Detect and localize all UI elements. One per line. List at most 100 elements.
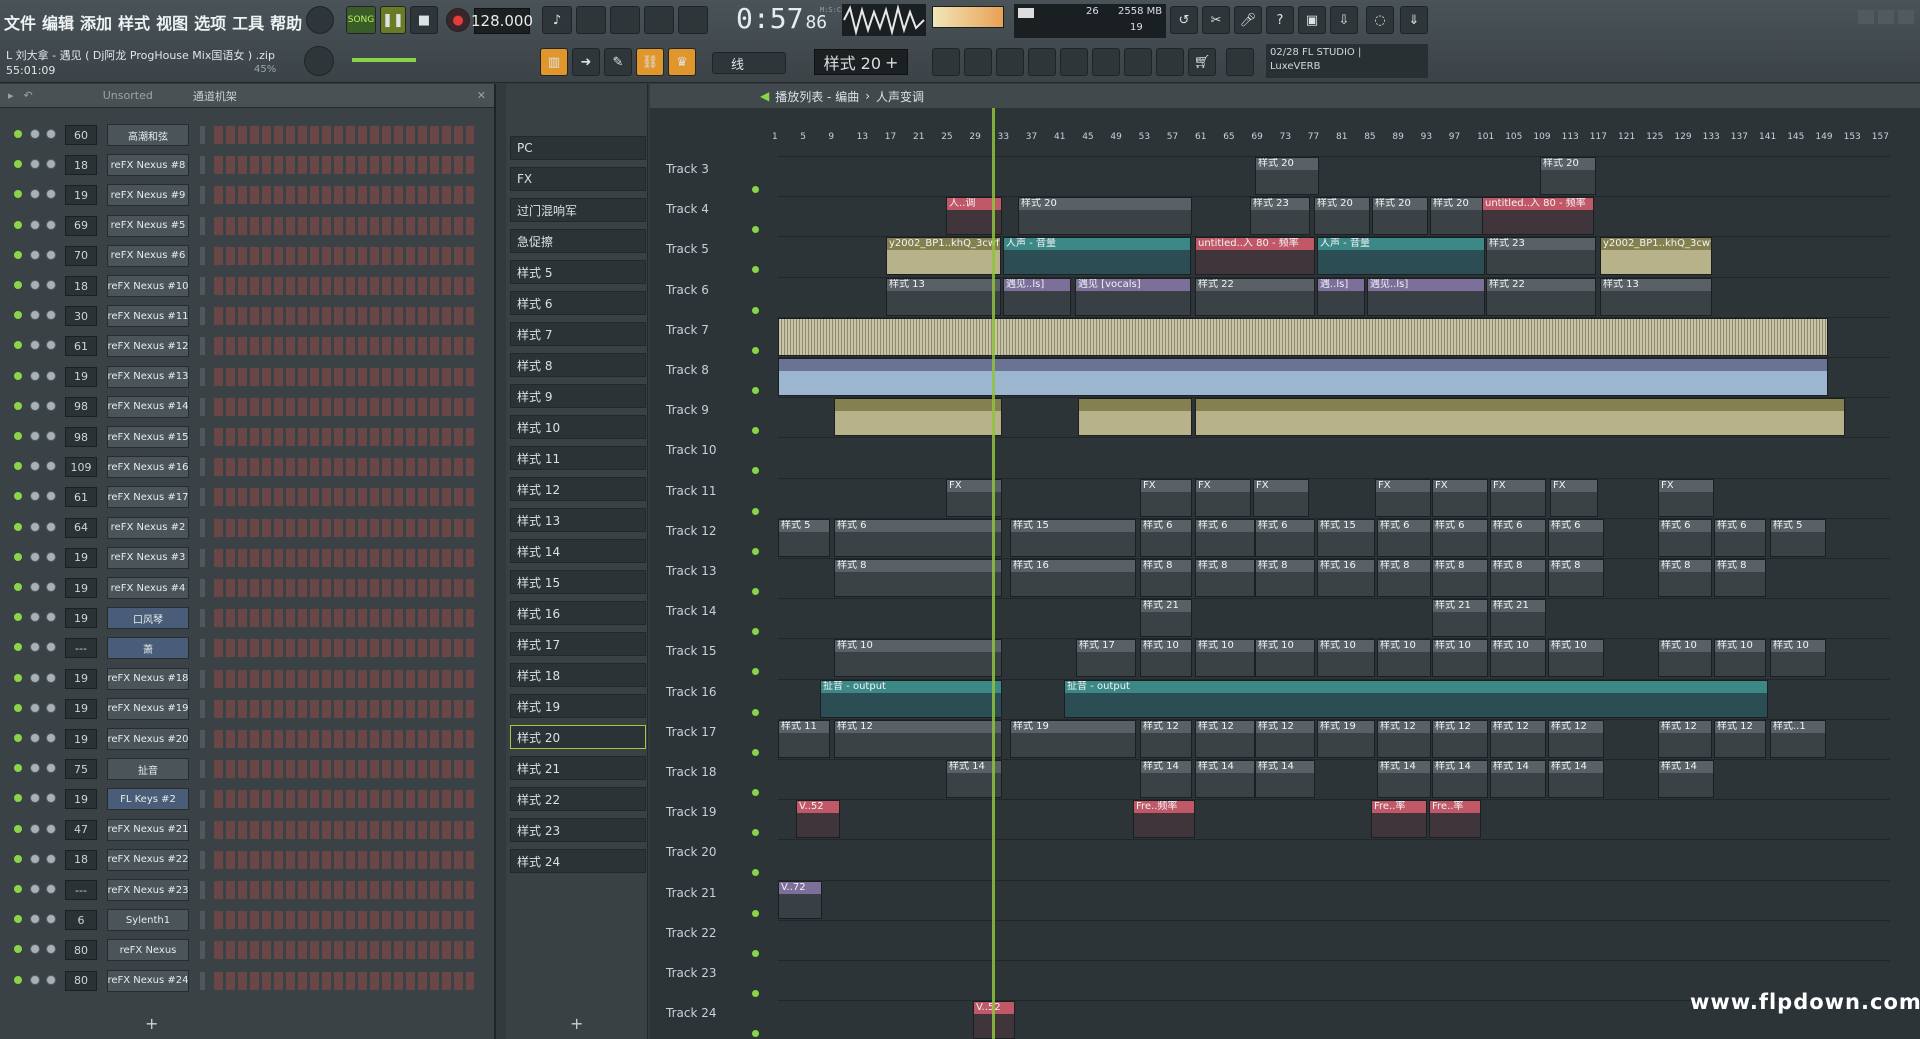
channel-pan-knob[interactable] [30, 189, 40, 200]
step-sequencer[interactable] [214, 126, 474, 144]
channel-row[interactable]: 98 reFX Nexus #15 [0, 422, 496, 452]
channel-mixer-track[interactable]: 19 [65, 608, 97, 629]
playlist-clip[interactable]: 样式 12 [1432, 719, 1488, 758]
playlist-clip[interactable]: 样式 13 [1600, 277, 1712, 316]
channel-mixer-track[interactable]: 69 [65, 215, 97, 236]
playlist-clip[interactable]: 样式 19 [1010, 719, 1136, 758]
channel-pan-knob[interactable] [30, 763, 40, 774]
playlist-clip[interactable]: 遇..ls] [1317, 277, 1365, 316]
channel-row[interactable]: 19 reFX Nexus #4 [0, 573, 496, 603]
channel-mixer-track[interactable]: 75 [65, 759, 97, 780]
playlist-clip[interactable]: 样式 23 [1250, 197, 1310, 236]
channel-pan-knob[interactable] [30, 340, 40, 351]
channel-name-button[interactable]: reFX Nexus #14 [107, 395, 189, 418]
channel-mute-led[interactable] [14, 432, 22, 440]
track-lane[interactable] [778, 477, 1890, 518]
playlist-clip[interactable]: 样式 6 [1140, 518, 1192, 557]
channel-select-bar[interactable] [200, 337, 205, 356]
channel-pan-knob[interactable] [30, 944, 40, 955]
pattern-item[interactable]: 样式 20 [510, 725, 646, 749]
track-mute-led[interactable] [752, 869, 759, 877]
playlist-clip[interactable]: untitled..入 80 - 频率 [1195, 237, 1315, 276]
pattern-item[interactable]: 样式 8 [510, 353, 646, 377]
playlist-clip[interactable]: 样式 14 [1255, 760, 1315, 798]
playlist-clip[interactable]: 样式 14 [1195, 760, 1255, 798]
news-button[interactable] [1226, 48, 1254, 76]
step-sequencer[interactable] [214, 911, 474, 930]
playlist-clip[interactable]: FX [1432, 478, 1488, 517]
channel-pan-knob[interactable] [30, 974, 40, 985]
step-sequencer[interactable] [214, 790, 474, 809]
channel-select-bar[interactable] [200, 881, 205, 899]
step-sequencer[interactable] [214, 579, 474, 597]
track-label[interactable]: Track 15 [666, 644, 772, 658]
channel-pan-knob[interactable] [30, 642, 40, 653]
pattern-item[interactable]: 样式 10 [510, 415, 646, 439]
track-lane[interactable] [778, 879, 1890, 920]
save-button[interactable]: ▣ [1298, 6, 1326, 34]
channel-name-button[interactable]: reFX Nexus #10 [107, 275, 189, 297]
playlist-clip[interactable]: 样式 20 [1372, 197, 1428, 236]
channel-name-button[interactable]: reFX Nexus #5 [107, 214, 189, 237]
channel-select-bar[interactable] [200, 397, 205, 416]
channel-row[interactable]: 109 reFX Nexus #16 [0, 452, 496, 482]
playhead[interactable] [992, 108, 995, 1039]
playlist-clip[interactable]: Fre..率 [1429, 800, 1481, 839]
playlist-clip[interactable]: 样式 12 [1658, 719, 1712, 758]
playlist-clip[interactable]: y2002_BP1..khQ_3cwf [886, 237, 1001, 276]
track-label[interactable]: Track 8 [666, 363, 772, 377]
pattern-item[interactable]: 样式 19 [510, 694, 646, 718]
channel-mixer-track[interactable]: 61 [65, 487, 97, 508]
channel-pan-knob[interactable] [30, 400, 40, 411]
channel-pan-knob[interactable] [30, 219, 40, 230]
track-lane[interactable] [778, 759, 1890, 799]
channel-mute-led[interactable] [14, 945, 22, 954]
track-lane[interactable] [778, 598, 1890, 638]
channel-mute-led[interactable] [14, 311, 22, 320]
channel-mixer-track[interactable]: 64 [65, 517, 97, 538]
channel-name-button[interactable]: reFX Nexus #16 [107, 456, 189, 479]
playlist-clip[interactable]: 样式 8 [1140, 559, 1192, 597]
plugin-picker-button[interactable] [1092, 48, 1120, 76]
playlist-clip[interactable]: 样式 10 [1140, 639, 1192, 678]
add-channel-button[interactable]: + [145, 1014, 158, 1033]
channel-mixer-track[interactable]: 19 [65, 547, 97, 568]
channel-name-button[interactable]: 扯音 [107, 758, 189, 781]
channel-name-button[interactable]: reFX Nexus #9 [107, 184, 189, 207]
channel-select-bar[interactable] [200, 156, 205, 175]
channel-pan-knob[interactable] [30, 310, 40, 321]
channel-select-bar[interactable] [200, 488, 205, 507]
menu-tools[interactable]: 工具 [232, 10, 264, 34]
channel-mute-led[interactable] [14, 794, 22, 803]
channel-mixer-track[interactable]: 80 [65, 970, 97, 991]
channel-mixer-track[interactable]: 61 [65, 336, 97, 357]
playlist-clip[interactable]: 样式 12 [1195, 719, 1255, 758]
loop-record-button[interactable] [678, 6, 708, 34]
track-mute-led[interactable] [752, 387, 759, 394]
track-mute-led[interactable] [752, 588, 759, 595]
playlist-clip[interactable]: 样式 20 [1255, 157, 1319, 195]
step-sequencer[interactable] [214, 186, 474, 205]
track-label[interactable]: Track 20 [666, 845, 772, 859]
channel-pan-knob[interactable] [30, 793, 40, 804]
channel-mixer-track[interactable]: 60 [65, 125, 97, 145]
channel-select-bar[interactable] [200, 246, 205, 265]
playlist-clip[interactable]: Fre..率 [1371, 800, 1427, 839]
channel-mute-led[interactable] [14, 341, 22, 350]
playlist-clip[interactable]: 样式 12 [1377, 719, 1431, 758]
menu-add[interactable]: 添加 [80, 10, 112, 34]
pattern-item[interactable]: 样式 9 [510, 384, 646, 408]
channel-name-button[interactable]: reFX Nexus #18 [107, 667, 189, 690]
track-label[interactable]: Track 6 [666, 283, 772, 297]
mixer-button[interactable] [932, 48, 960, 76]
channel-select-bar[interactable] [200, 518, 205, 537]
track-mute-led[interactable] [752, 547, 759, 555]
playlist-clip[interactable]: 样式 16 [1317, 559, 1375, 597]
channel-mixer-track[interactable]: 70 [65, 245, 97, 266]
channel-row[interactable]: 19 reFX Nexus #19 [0, 694, 496, 724]
channel-name-button[interactable]: reFX Nexus #6 [107, 244, 189, 267]
channel-pan-knob[interactable] [30, 672, 40, 683]
pattern-item[interactable]: FX [510, 167, 646, 191]
track-label[interactable]: Track 23 [666, 966, 772, 980]
channel-pan-knob[interactable] [30, 914, 40, 925]
